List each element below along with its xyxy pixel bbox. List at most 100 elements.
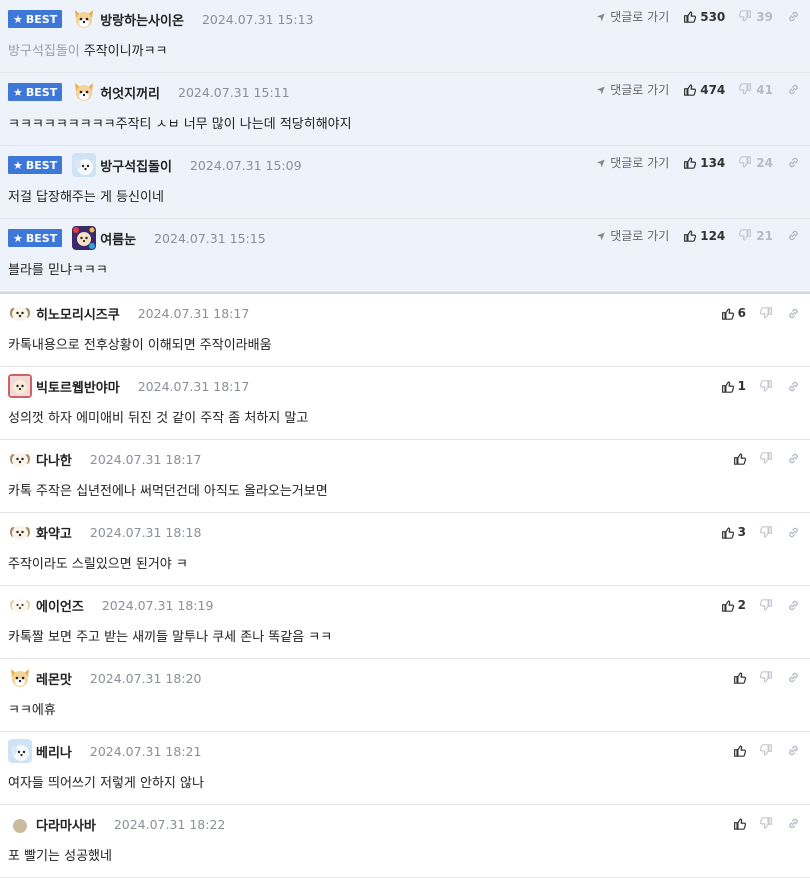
nickname[interactable]: 빅토르웹반야마 [36,377,120,396]
avatar[interactable] [8,812,32,836]
copy-link-button[interactable] [787,10,800,23]
dislike-button[interactable] [760,744,773,757]
comment-date: 2024.07.31 18:17 [137,378,250,394]
copy-link-button[interactable] [787,229,800,242]
copy-link-button[interactable] [787,817,800,830]
copy-link-button[interactable] [787,380,800,393]
comment-date: 2024.07.31 15:09 [189,157,302,173]
dislike-button[interactable] [760,306,773,320]
dislike-button[interactable]: 39 [739,10,773,24]
copy-link-button[interactable] [787,671,800,684]
avatar[interactable] [72,153,97,177]
like-button[interactable]: 3 [721,525,746,539]
copy-link-button[interactable] [787,307,800,320]
like-count: 2 [737,598,746,612]
avatar[interactable] [72,80,96,104]
copy-link-button[interactable] [787,744,800,757]
thumbs-up-icon [733,744,746,757]
best-badge: ★ BEST [8,229,63,247]
avatar[interactable] [8,593,32,617]
like-button[interactable]: 2 [721,598,746,612]
thumbs-up-icon [721,380,734,393]
avatar[interactable] [8,447,32,471]
avatar[interactable] [8,666,32,690]
copy-link-button[interactable] [787,599,800,612]
nickname[interactable]: 여름눈 [100,229,136,248]
avatar[interactable] [8,520,32,544]
dislike-button[interactable] [760,671,773,684]
star-icon: ★ [13,85,23,99]
nickname[interactable]: 레몬맛 [36,669,72,688]
avatar[interactable] [8,301,32,325]
best-badge: ★ BEST [8,156,63,174]
nickname[interactable]: 베리나 [36,742,72,761]
goto-comment-link[interactable]: ➤ 댓글로 가기 [594,227,669,244]
copy-link-button[interactable] [787,526,800,539]
copy-link-button[interactable] [787,83,800,96]
comment: 히노모리시즈쿠 2024.07.31 18:17 카톡내용으로 전후상황이 이해되면… [0,294,810,367]
comment-header: ★ BEST 허엇지꺼리 2024.07.31 15:11 [8,79,290,105]
comment-actions: 1 [721,379,800,393]
thumbs-down-icon [739,229,752,242]
dislike-button[interactable] [760,452,773,465]
dislike-button[interactable] [760,379,773,393]
like-button[interactable]: 474 [683,83,725,97]
nickname[interactable]: 허엇지꺼리 [100,83,160,102]
goto-comment-link[interactable]: ➤ 댓글로 가기 [594,8,669,25]
link-icon [787,380,800,393]
link-icon [787,307,800,320]
link-icon [787,671,800,684]
thumbs-up-icon [733,452,746,465]
comment-text: 성의껏 하자 에미애비 뒤진 것 같이 주작 좀 처하지 말고 [8,407,308,426]
nickname[interactable]: 방랑하는사이온 [100,10,184,29]
comment-actions: ➤ 댓글로 가기 530 39 [594,8,800,25]
best-label: BEST [25,158,58,172]
copy-link-button[interactable] [787,156,800,169]
like-count: 134 [700,155,726,170]
comment-content: ㅋㅋ에휴 [8,703,56,718]
dislike-button[interactable] [760,525,773,539]
avatar[interactable] [8,739,32,763]
goto-comment-link[interactable]: ➤ 댓글로 가기 [594,154,669,171]
avatar[interactable] [8,374,32,398]
nickname[interactable]: 다라마사바 [36,815,96,834]
like-button[interactable]: 124 [683,229,725,243]
like-button[interactable] [733,452,746,465]
dislike-button[interactable]: 41 [739,83,773,97]
avatar[interactable] [72,226,97,250]
dislike-button[interactable] [760,817,773,830]
dislike-button[interactable] [760,598,773,612]
comment-header: 레몬맛 2024.07.31 18:20 [8,665,201,691]
comment-date: 2024.07.31 15:13 [201,11,314,27]
dislike-button[interactable]: 24 [739,156,773,170]
comment-content: 포 빨기는 성공했네 [8,849,112,864]
like-button[interactable]: 134 [683,156,725,170]
nickname[interactable]: 다나한 [36,450,72,469]
like-button[interactable] [733,671,746,684]
thumbs-down-icon [760,525,773,539]
reply-target-nick[interactable]: 방구석집돌이 [8,44,80,59]
avatar[interactable] [72,7,96,31]
thumbs-down-icon [739,156,752,169]
comment-actions: ➤ 댓글로 가기 474 41 [594,81,800,98]
copy-link-button[interactable] [787,452,800,465]
best-comment: ★ BEST 허엇지꺼리 2024.07.31 15:11 ㅋㅋㅋㅋㅋㅋㅋㅋㅋ주작티 ㅅ… [0,73,810,146]
like-button[interactable]: 6 [721,306,746,320]
link-icon [787,817,800,830]
dislike-button[interactable]: 21 [739,229,773,243]
link-icon [787,599,800,612]
best-badge: ★ BEST [8,83,63,101]
like-button[interactable]: 1 [721,379,746,393]
like-button[interactable]: 530 [683,10,725,24]
comment-content: 성의껏 하자 에미애비 뒤진 것 같이 주작 좀 처하지 말고 [8,411,309,426]
nickname[interactable]: 히노모리시즈쿠 [36,304,120,323]
like-button[interactable] [733,817,746,830]
nickname[interactable]: 방구석집돌이 [100,156,172,175]
link-icon [787,229,800,242]
star-icon: ★ [13,12,23,26]
nickname[interactable]: 화약고 [36,523,72,542]
goto-comment-link[interactable]: ➤ 댓글로 가기 [594,81,669,98]
comment-text: 방구석집돌이 주작이니까ㅋㅋ [8,40,168,59]
like-button[interactable] [733,744,746,757]
nickname[interactable]: 에이언즈 [36,596,84,615]
